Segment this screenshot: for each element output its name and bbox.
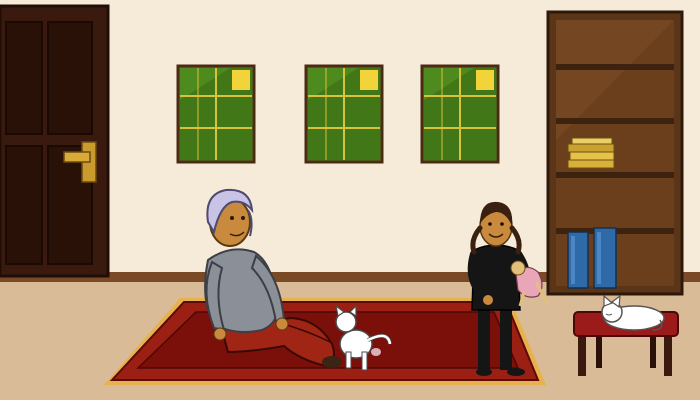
door[interactable] xyxy=(0,4,110,278)
room-illustration xyxy=(0,0,700,400)
game-scene xyxy=(0,0,700,400)
window-right xyxy=(420,64,500,164)
window-left xyxy=(176,64,256,164)
stacked-books[interactable] xyxy=(567,137,615,169)
window-center xyxy=(304,64,384,164)
